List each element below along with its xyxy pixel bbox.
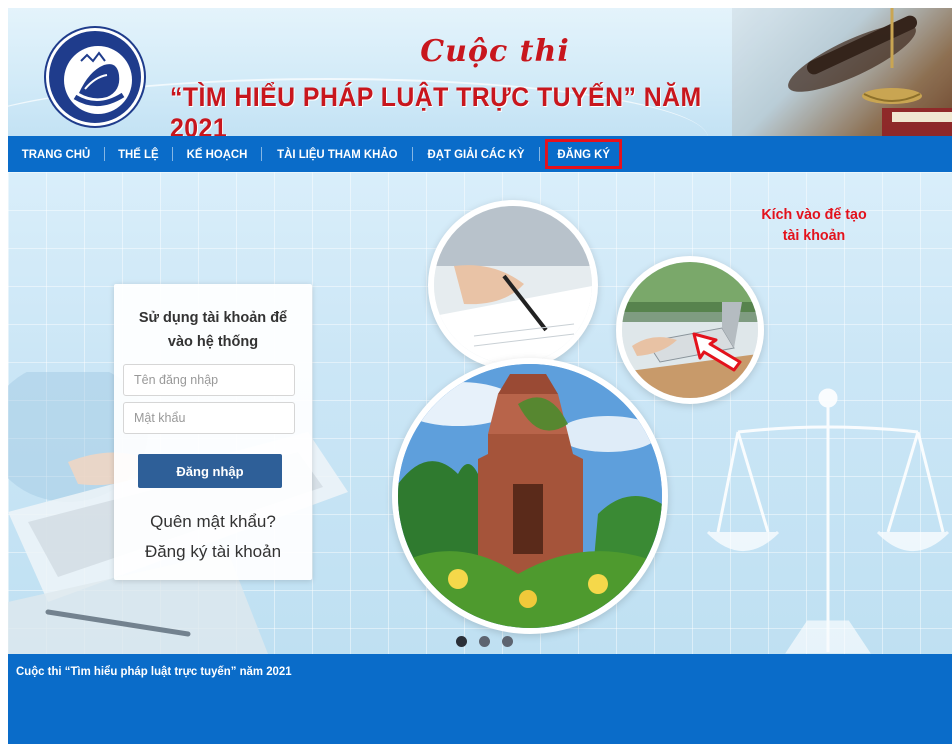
nav-separator: [104, 147, 105, 161]
slider-dot-3[interactable]: [502, 636, 513, 647]
nav-separator: [412, 147, 414, 161]
annotation-text: Kích vào để tạo tài khoản: [729, 204, 900, 246]
nav-separator: [539, 147, 541, 161]
password-input[interactable]: [123, 402, 295, 434]
footer: Cuộc thi “Tìm hiểu pháp luật trực tuyến”…: [8, 654, 952, 744]
nav-separator: [260, 147, 262, 161]
annotation-line1: Kích vào để tạo: [761, 206, 867, 223]
login-title-line2: vào hệ thống: [167, 334, 259, 350]
main-navbar: TRANG CHỦ THỂ LỆ KẾ HOẠCH TÀI LIỆU THAM …: [8, 136, 952, 172]
slider-dot-1[interactable]: [456, 636, 467, 647]
footer-text: Cuộc thi “Tìm hiểu pháp luật trực tuyến”…: [16, 664, 292, 678]
banner-title-line2: “TÌM HIỂU PHÁP LUẬT TRỰC TUYẾN” NĂM 2021: [170, 82, 702, 136]
red-outline-arrow-icon: [692, 332, 742, 372]
nav-item-ke-hoach[interactable]: KẾ HOẠCH: [175, 136, 259, 172]
nav-separator: [171, 147, 173, 161]
scales-of-justice-image: [706, 388, 950, 654]
login-panel: Sử dụng tài khoản để vào hệ thống Đăng n…: [114, 284, 312, 580]
register-account-link[interactable]: Đăng ký tài khoản: [114, 542, 312, 562]
nav-item-dang-ky[interactable]: ĐĂNG KÝ: [543, 136, 626, 172]
login-button[interactable]: Đăng nhập: [138, 454, 282, 488]
annotation-line2: tài khoản: [782, 227, 846, 244]
header-banner: Cuộc thi “TÌM HIỂU PHÁP LUẬT TRỰC TUYẾN”…: [8, 8, 952, 136]
nav-item-tai-lieu-tham-khao[interactable]: TÀI LIỆU THAM KHẢO: [265, 136, 408, 172]
nav-item-dat-giai-cac-ky[interactable]: ĐẠT GIẢI CÁC KỲ: [416, 136, 536, 172]
justice-decoration-image: [732, 8, 952, 136]
nav-item-the-le[interactable]: THỂ LỆ: [107, 136, 170, 172]
hero-slider: Kích vào để tạo tài khoản Sử dụng tài kh…: [8, 172, 952, 654]
username-input[interactable]: [123, 364, 295, 396]
nav-item-trang-chu[interactable]: TRANG CHỦ: [10, 136, 101, 172]
slider-dots: [456, 636, 513, 647]
cham-tower-image: [392, 358, 668, 634]
slider-dot-2[interactable]: [479, 636, 490, 647]
login-title-line1: Sử dụng tài khoản để: [138, 310, 288, 326]
forgot-password-link[interactable]: Quên mật khẩu?: [114, 512, 312, 532]
writing-hand-image: [428, 200, 598, 370]
login-title: Sử dụng tài khoản để vào hệ thống: [114, 306, 312, 354]
